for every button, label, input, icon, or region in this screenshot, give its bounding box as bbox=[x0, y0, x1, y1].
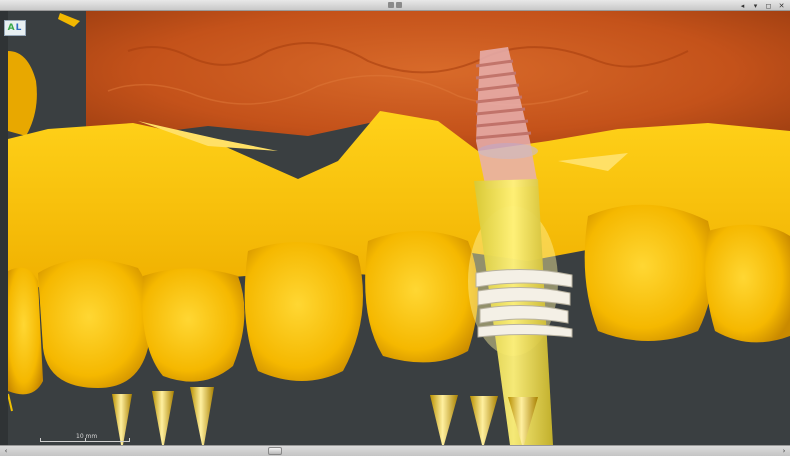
menu-dropdown-button[interactable]: ▾ bbox=[751, 2, 760, 10]
viewer-window: ◂ ▾ ◻ ✕ A L 10 mm ‹ › bbox=[0, 0, 790, 456]
maximize-button[interactable]: ◻ bbox=[764, 2, 773, 10]
fixation-pins bbox=[112, 387, 538, 445]
tooth-7 bbox=[705, 224, 790, 343]
tooth-1 bbox=[8, 267, 43, 395]
close-button[interactable]: ✕ bbox=[777, 2, 786, 10]
app-logo-icon: AL bbox=[4, 20, 26, 36]
window-controls: ◂ ▾ ◻ ✕ bbox=[738, 1, 786, 10]
tooth-2 bbox=[38, 259, 152, 388]
scroll-right-button[interactable]: › bbox=[779, 447, 789, 455]
scale-bar-icon: 10 mm bbox=[40, 433, 130, 444]
scale-bar-label: 10 mm bbox=[76, 433, 98, 440]
horizontal-scrollbar[interactable]: ‹ › bbox=[0, 445, 790, 456]
tooth-4 bbox=[244, 242, 363, 381]
3d-viewport[interactable] bbox=[8, 11, 790, 445]
logo-letter-a: A bbox=[7, 23, 16, 33]
tooth-6 bbox=[584, 204, 714, 341]
left-panel-strip bbox=[0, 11, 8, 445]
bone-fragment bbox=[58, 13, 80, 27]
tooth-3 bbox=[142, 268, 245, 382]
scroll-thumb[interactable] bbox=[268, 447, 282, 455]
title-grip-icon[interactable] bbox=[388, 2, 404, 9]
scroll-left-button[interactable]: ‹ bbox=[1, 447, 11, 455]
logo-letter-l: L bbox=[15, 23, 23, 33]
tooth-5 bbox=[365, 231, 478, 363]
back-button[interactable]: ◂ bbox=[738, 2, 747, 10]
title-bar: ◂ ▾ ◻ ✕ bbox=[0, 0, 790, 11]
dental-3d-scene[interactable] bbox=[8, 11, 790, 445]
